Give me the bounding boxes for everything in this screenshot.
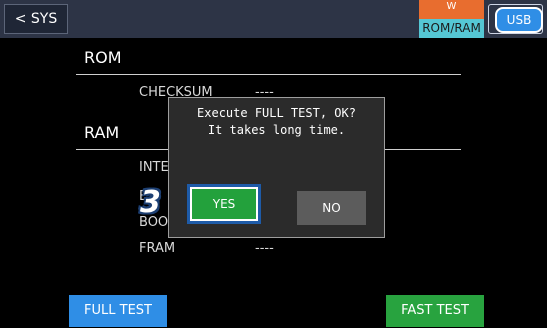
top-bar: < SYS W ROM/RAM USB: [0, 0, 547, 38]
memory-mode-top-label: W: [446, 1, 457, 12]
confirm-dialog: Execute FULL TEST, OK? It takes long tim…: [168, 97, 385, 238]
memory-mode-indicator: W ROM/RAM: [419, 0, 484, 38]
ram-row-fram-label: FRAM: [139, 241, 176, 256]
rom-section-title: ROM: [84, 48, 122, 67]
rom-divider: [76, 74, 461, 75]
ram-row-fram-value: ----: [255, 241, 274, 256]
dialog-message-line1: Execute FULL TEST, OK?: [197, 106, 356, 120]
usb-label: USB: [495, 7, 543, 33]
ram-row-internal-label: INTE: [139, 160, 169, 175]
full-test-button[interactable]: FULL TEST: [69, 295, 167, 327]
step-number-marker: 3: [140, 185, 161, 220]
back-to-sys-button[interactable]: < SYS: [4, 4, 68, 34]
fast-test-button[interactable]: FAST TEST: [386, 295, 484, 327]
yes-button[interactable]: YES: [192, 189, 256, 219]
usb-badge: USB: [488, 4, 543, 34]
no-button[interactable]: NO: [297, 191, 366, 225]
memory-mode-bottom-label: ROM/RAM: [419, 19, 484, 38]
yes-button-highlight: YES: [187, 184, 261, 224]
ram-section-title: RAM: [84, 123, 120, 142]
dialog-message-line2: It takes long time.: [207, 123, 346, 137]
